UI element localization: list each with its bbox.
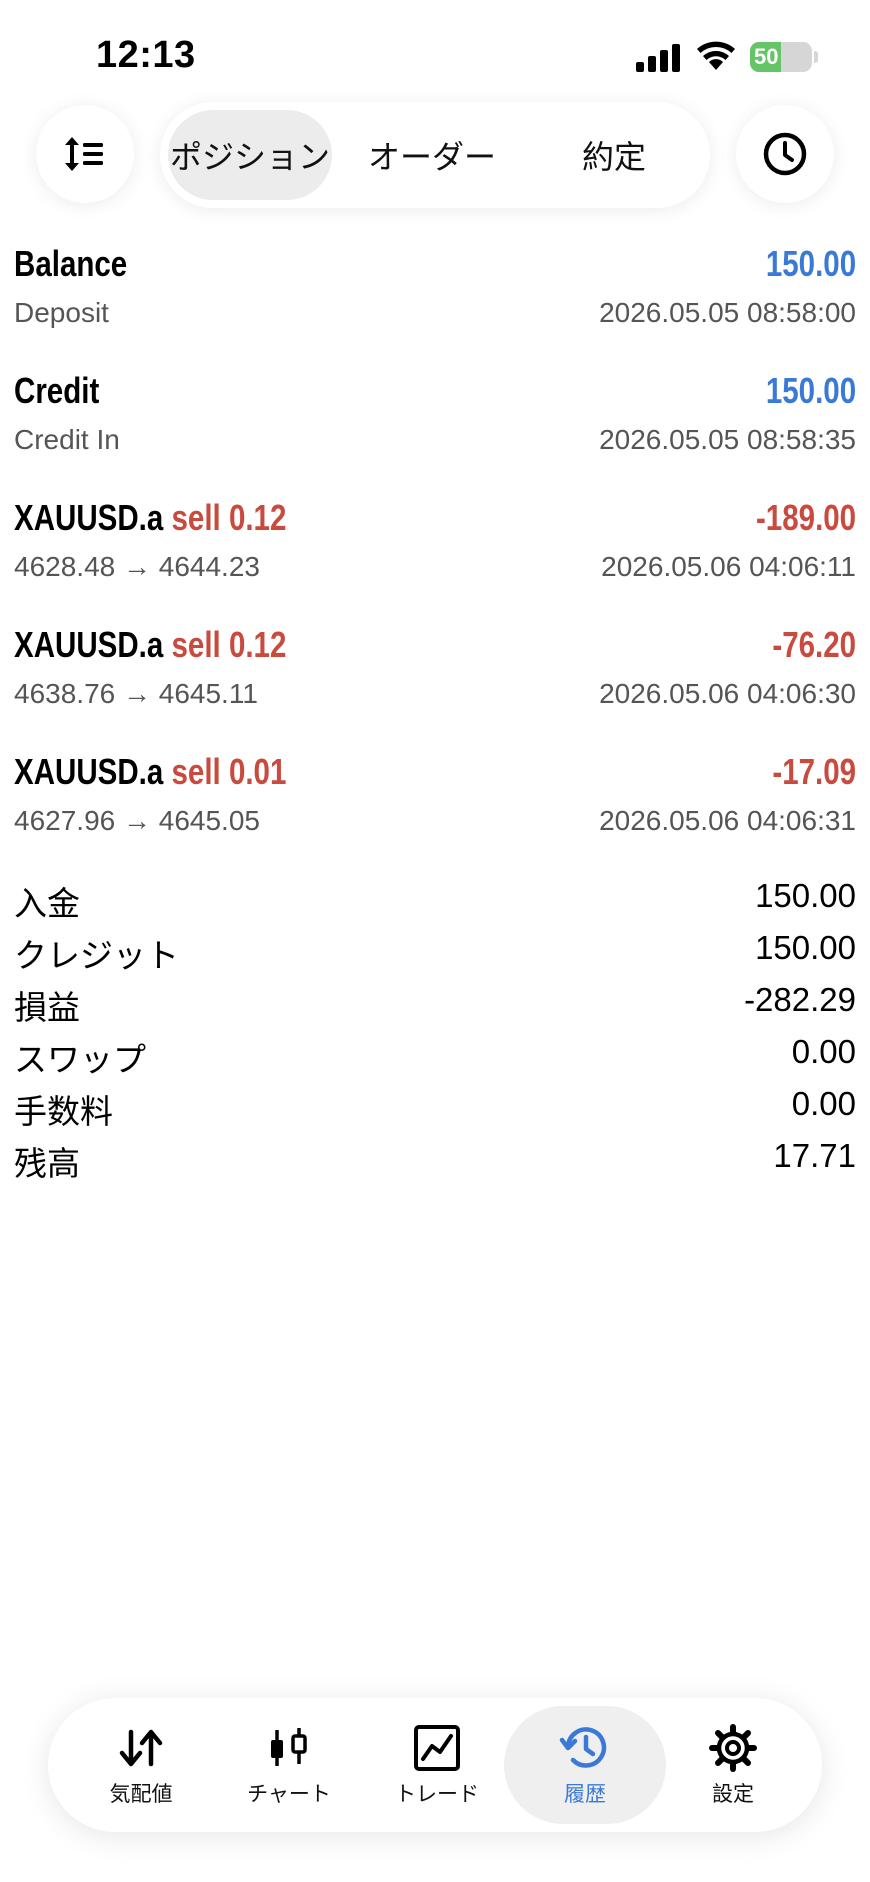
deal-title: Balance [14, 243, 128, 284]
deal-comment: Credit In [14, 424, 120, 455]
summary-value: 0.00 [791, 1085, 856, 1122]
tab-positions[interactable]: ポジション [168, 110, 332, 200]
period-clock-button[interactable] [736, 105, 834, 203]
deal-time: 2026.05.06 04:06:31 [599, 805, 856, 836]
summary-deposit-row: 入金 150.00 [14, 877, 856, 929]
nav-history-label: 履歴 [564, 1783, 606, 1806]
battery-level: 50 [754, 44, 779, 69]
tab-deals-label: 約定 [581, 139, 646, 175]
tab-deals[interactable]: 約定 [532, 110, 696, 200]
deal-time: 2026.05.05 08:58:00 [599, 297, 856, 328]
summary-value: 17.71 [773, 1137, 856, 1174]
deal-amount: 150.00 [765, 370, 856, 411]
deal-symbol: XAUUSD.a [14, 624, 164, 665]
nav-settings[interactable]: 設定 [652, 1706, 814, 1824]
list-item[interactable]: XAUUSD.a sell 0.12 -189.00 4628.48 → 464… [14, 497, 856, 617]
status-time: 12:13 [96, 34, 196, 76]
deal-symbol: XAUUSD.a [14, 751, 164, 792]
summary-value: -282.29 [744, 981, 856, 1018]
deal-amount: -76.20 [772, 624, 856, 665]
nav-trade-label: トレード [395, 1783, 479, 1806]
deal-time: 2026.05.05 08:58:35 [599, 424, 856, 455]
summary-balance-row: 残高 17.71 [14, 1137, 856, 1189]
history-type-segmented-control: ポジション オーダー 約定 [160, 102, 710, 208]
summary-value: 150.00 [755, 929, 856, 966]
deal-prices: 4627.96 → 4645.05 [14, 805, 260, 836]
summary-swap-row: スワップ 0.00 [14, 1033, 856, 1085]
battery-tip [814, 51, 818, 63]
summary-credit-row: クレジット 150.00 [14, 929, 856, 981]
summary-value: 0.00 [791, 1033, 856, 1070]
deal-time: 2026.05.06 04:06:11 [601, 551, 856, 582]
list-item[interactable]: Credit 150.00 Credit In 2026.05.05 08:58… [14, 370, 856, 490]
tab-positions-label: ポジション [169, 139, 330, 175]
summary-label: クレジット [14, 937, 179, 974]
deal-volume: 0.12 [228, 624, 287, 665]
deal-header: XAUUSD.a sell 0.12 [14, 497, 286, 539]
nav-chart-label: チャート [247, 1783, 331, 1806]
deal-volume: 0.01 [228, 751, 287, 792]
deal-header: XAUUSD.a sell 0.12 [14, 624, 286, 666]
deal-time: 2026.05.06 04:06:30 [599, 678, 856, 709]
nav-trade[interactable]: トレード [356, 1706, 518, 1824]
sort-icon [65, 137, 103, 171]
trade-chart-icon [414, 1725, 460, 1771]
deal-amount: -189.00 [755, 497, 856, 538]
summary-label: 入金 [14, 885, 80, 922]
summary-value: 150.00 [755, 877, 856, 914]
nav-quotes-label: 気配値 [109, 1783, 173, 1806]
deal-symbol: XAUUSD.a [14, 497, 164, 538]
quotes-arrows-icon [119, 1729, 163, 1767]
history-icon [559, 1727, 607, 1768]
summary-commission-row: 手数料 0.00 [14, 1085, 856, 1137]
tab-orders[interactable]: オーダー [350, 110, 514, 200]
deal-prices: 4638.76 → 4645.11 [14, 678, 258, 709]
summary-label: 手数料 [14, 1093, 113, 1130]
deal-amount: 150.00 [765, 243, 856, 284]
summary-label: 損益 [14, 989, 80, 1026]
deal-side: sell [171, 624, 221, 665]
tab-orders-label: オーダー [367, 139, 496, 175]
deal-amount: -17.09 [772, 751, 856, 792]
list-item[interactable]: Balance 150.00 Deposit 2026.05.05 08:58:… [14, 243, 856, 363]
nav-quotes[interactable]: 気配値 [60, 1706, 222, 1824]
summary-profit-row: 損益 -282.29 [14, 981, 856, 1033]
summary-label: スワップ [14, 1041, 146, 1078]
sort-button[interactable] [36, 105, 134, 203]
list-item[interactable]: XAUUSD.a sell 0.12 -76.20 4638.76 → 4645… [14, 624, 856, 744]
list-item[interactable]: XAUUSD.a sell 0.01 -17.09 4627.96 → 4645… [14, 751, 856, 871]
nav-history[interactable]: 履歴 [504, 1706, 666, 1824]
nav-settings-label: 設定 [712, 1783, 754, 1806]
deal-title: Credit [14, 370, 100, 411]
clock-icon [763, 132, 807, 176]
settings-gear-icon [709, 1724, 757, 1772]
deal-comment: Deposit [14, 297, 109, 328]
bottom-tab-bar: 気配値 チャート トレード 履歴 設定 [48, 1698, 822, 1832]
nav-chart[interactable]: チャート [208, 1706, 370, 1824]
status-bar: 12:13 50 [0, 0, 870, 110]
deal-prices: 4628.48 → 4644.23 [14, 551, 260, 582]
summary-label: 残高 [14, 1145, 80, 1182]
deal-side: sell [171, 497, 221, 538]
deal-volume: 0.12 [228, 497, 287, 538]
battery-indicator: 50 [750, 42, 812, 72]
cellular-signal-icon [636, 44, 680, 72]
deal-side: sell [171, 751, 221, 792]
wifi-icon [697, 41, 735, 70]
deal-header: XAUUSD.a sell 0.01 [14, 751, 286, 793]
chart-candles-icon [271, 1728, 307, 1766]
